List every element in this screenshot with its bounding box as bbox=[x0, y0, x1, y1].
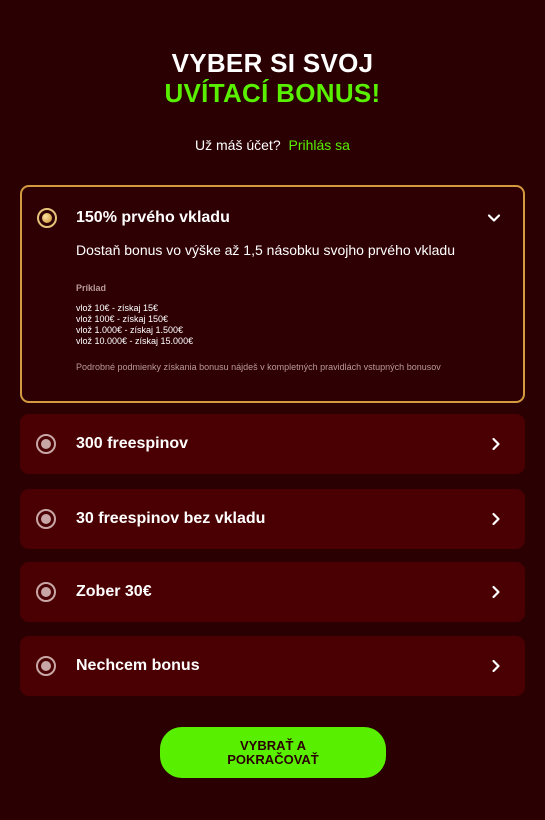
radio-icon[interactable] bbox=[37, 208, 57, 228]
login-prompt: Už máš účet? Prihlás sa bbox=[0, 137, 545, 153]
bonus-option-label: Nechcem bonus bbox=[76, 657, 200, 674]
bonus-option-freespins[interactable]: 300 freespinov bbox=[20, 414, 525, 474]
bonus-option-label: 150% prvého vkladu bbox=[76, 209, 230, 226]
radio-icon[interactable] bbox=[36, 434, 56, 454]
radio-icon[interactable] bbox=[36, 656, 56, 676]
chevron-right-icon[interactable] bbox=[489, 659, 503, 673]
chevron-right-icon[interactable] bbox=[489, 512, 503, 526]
bonus-option-none[interactable]: Nechcem bonus bbox=[20, 636, 525, 696]
chevron-right-icon[interactable] bbox=[489, 585, 503, 599]
login-link[interactable]: Prihlás sa bbox=[289, 137, 350, 153]
radio-icon[interactable] bbox=[36, 509, 56, 529]
bonus-description: Dostaň bonus vo výške až 1,5 násobku svo… bbox=[76, 242, 456, 258]
example-label: Príklad bbox=[76, 283, 107, 293]
example-item: vlož 100€ - získaj 150€ bbox=[76, 314, 169, 324]
continue-button-label: VYBRAŤ A POKRAČOVAŤ bbox=[227, 737, 319, 767]
bonus-option-deposit[interactable]: 150% prvého vkladu Dostaň bonus vo výške… bbox=[20, 185, 525, 403]
example-list: vlož 10€ - získaj 15€ vlož 100€ - získaj… bbox=[76, 303, 193, 347]
bonus-option-label: Zober 30€ bbox=[76, 583, 152, 600]
chevron-right-icon[interactable] bbox=[489, 437, 503, 451]
title-line-1: VYBER SI SVOJ bbox=[171, 48, 374, 78]
example-item: vlož 1.000€ - získaj 1.500€ bbox=[76, 325, 184, 335]
bonus-option-label: 300 freespinov bbox=[76, 435, 189, 452]
bonus-option-no-deposit-freespins[interactable]: 30 freespinov bez vkladu bbox=[20, 489, 525, 549]
login-question: Už máš účet? bbox=[195, 137, 281, 153]
bonus-option-cash[interactable]: Zober 30€ bbox=[20, 562, 525, 622]
bonus-terms-note: Podrobné podmienky získania bonusu nájde… bbox=[76, 362, 441, 372]
continue-button[interactable]: VYBRAŤ A POKRAČOVAŤ bbox=[160, 727, 386, 778]
example-item: vlož 10€ - získaj 15€ bbox=[76, 303, 159, 313]
title-line-2: UVÍTACÍ BONUS! bbox=[164, 78, 381, 108]
example-item: vlož 10.000€ - získaj 15.000€ bbox=[76, 336, 194, 346]
chevron-down-icon[interactable] bbox=[487, 211, 501, 225]
header: VYBER SI SVOJ UVÍTACÍ BONUS! bbox=[0, 48, 545, 108]
bonus-option-label: 30 freespinov bez vkladu bbox=[76, 510, 266, 527]
radio-icon[interactable] bbox=[36, 582, 56, 602]
